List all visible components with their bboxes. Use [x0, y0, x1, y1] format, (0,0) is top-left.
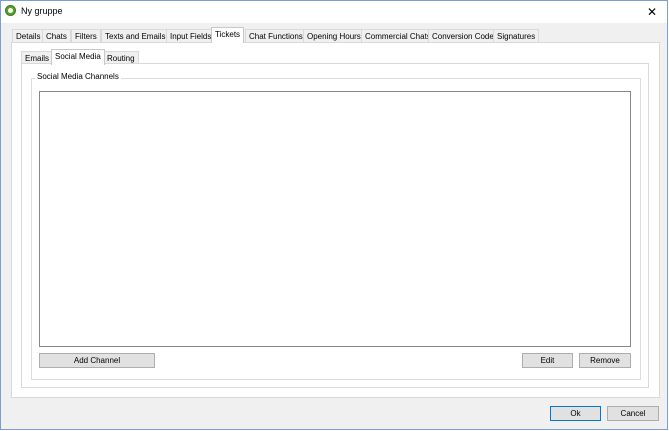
tab-texts-and-emails[interactable]: Texts and Emails: [101, 29, 170, 43]
channels-list[interactable]: [39, 91, 631, 347]
group-title: Social Media Channels: [35, 72, 121, 81]
subtab-social-media[interactable]: Social Media: [51, 49, 105, 65]
remove-button-label: Remove: [590, 356, 620, 365]
add-channel-button-label: Add Channel: [73, 356, 121, 365]
tab-tickets[interactable]: Tickets: [211, 27, 245, 43]
cancel-button[interactable]: Cancel: [607, 406, 659, 421]
tab-signatures[interactable]: Signatures: [493, 29, 540, 43]
window-title: Ny gruppe: [21, 6, 63, 16]
edit-button-label: Edit: [540, 356, 555, 365]
close-button[interactable]: ✕: [641, 3, 663, 21]
tab-opening-hours[interactable]: Opening Hours: [303, 29, 365, 43]
app-logo-icon: [5, 5, 16, 16]
tab-details[interactable]: Details: [12, 29, 45, 43]
tab-chats[interactable]: Chats: [42, 29, 71, 43]
tab-chat-functions[interactable]: Chat Functions: [245, 29, 307, 43]
ok-button-label: Ok: [570, 409, 581, 418]
edit-button[interactable]: Edit: [522, 353, 573, 368]
ok-button[interactable]: Ok: [550, 406, 601, 421]
tab-conversion-code[interactable]: Conversion Code: [428, 29, 498, 43]
dialog-window: Ny gruppe ✕ Details Chats Filters Texts …: [0, 0, 668, 430]
tab-commercial-chats[interactable]: Commercial Chats: [361, 29, 435, 43]
title-bar: Ny gruppe ✕: [1, 1, 667, 23]
tab-filters[interactable]: Filters: [71, 29, 101, 43]
add-channel-button[interactable]: Add Channel: [39, 353, 155, 368]
tab-input-fields[interactable]: Input Fields: [166, 29, 216, 43]
remove-button[interactable]: Remove: [579, 353, 631, 368]
cancel-button-label: Cancel: [620, 409, 646, 418]
